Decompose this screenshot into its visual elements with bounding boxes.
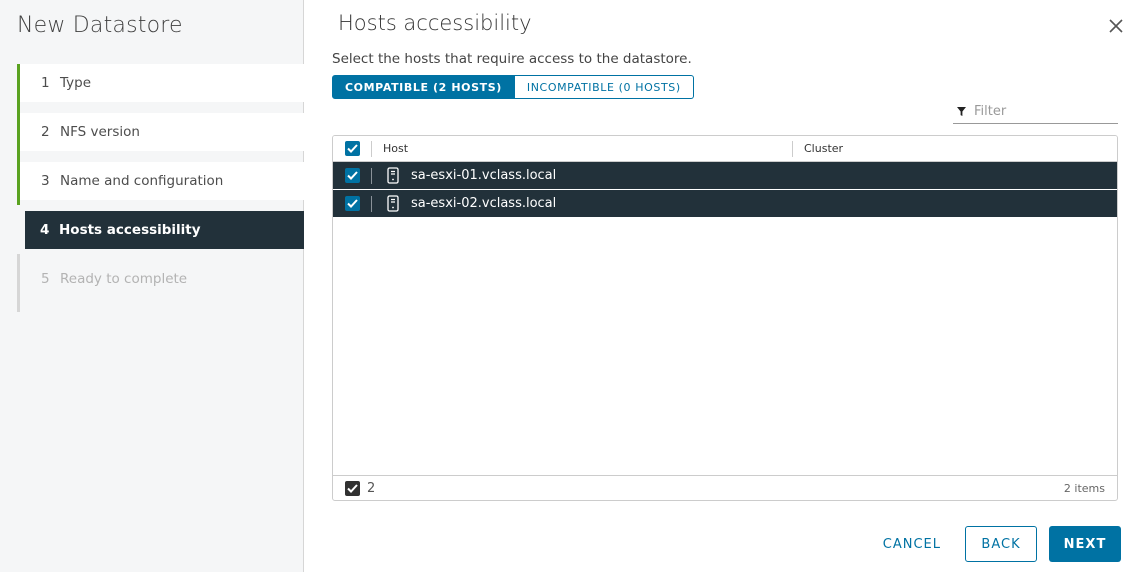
selected-count: 2 — [367, 480, 376, 496]
step-label: Name and configuration — [60, 173, 224, 189]
host-server-icon — [387, 195, 399, 212]
step-label: Hosts accessibility — [59, 222, 201, 238]
row-checkbox[interactable] — [344, 168, 360, 183]
wizard-content: Hosts accessibility Select the hosts tha… — [305, 0, 1135, 572]
hosts-grid: Host Cluster sa-esxi-01.vclass.local sa-… — [332, 135, 1118, 501]
filter-input[interactable] — [974, 104, 1104, 119]
step-nfs-version[interactable]: 2 NFS version — [17, 107, 304, 156]
next-button[interactable]: NEXT — [1049, 526, 1121, 562]
step-number: 1 — [41, 75, 50, 91]
filter-field — [953, 100, 1118, 124]
compatible-hosts-button[interactable]: COMPATIBLE (2 HOSTS) — [332, 75, 515, 99]
row-check-cell — [333, 190, 371, 217]
grid-footer: 2 2 items — [333, 475, 1117, 500]
selected-items-checkbox[interactable] — [345, 480, 360, 496]
table-row[interactable]: sa-esxi-02.vclass.local — [333, 190, 1117, 218]
wizard-sidebar: New Datastore 1 Type 2 NFS version 3 Nam… — [0, 0, 304, 572]
column-header-host[interactable]: Host — [372, 142, 792, 155]
cancel-button[interactable]: CANCEL — [871, 526, 953, 562]
wizard-steps: 1 Type 2 NFS version 3 Name and configur… — [17, 64, 304, 312]
back-button[interactable]: BACK — [965, 526, 1037, 562]
host-name: sa-esxi-02.vclass.local — [411, 196, 557, 211]
page-subtitle: Select the hosts that require access to … — [332, 51, 692, 67]
step-ready-to-complete: 5 Ready to complete — [17, 254, 304, 312]
checkmark-icon — [346, 171, 358, 180]
select-all-checkbox[interactable] — [344, 141, 360, 156]
host-cell: sa-esxi-01.vclass.local — [372, 167, 792, 184]
wizard-actions: CANCEL BACK NEXT — [871, 526, 1121, 562]
table-row[interactable]: sa-esxi-01.vclass.local — [333, 162, 1117, 190]
grid-header: Host Cluster — [333, 136, 1117, 162]
step-label: NFS version — [60, 124, 140, 140]
step-label: Ready to complete — [60, 271, 188, 287]
step-number: 3 — [41, 173, 50, 189]
host-server-icon — [387, 167, 399, 184]
checkmark-icon — [346, 199, 358, 208]
step-label: Type — [60, 75, 92, 91]
checkmark-icon — [347, 483, 358, 493]
item-count: 2 items — [1063, 481, 1105, 495]
step-type[interactable]: 1 Type — [17, 64, 304, 107]
select-all-cell — [333, 136, 371, 161]
filter-icon — [957, 107, 966, 116]
step-name-and-configuration[interactable]: 3 Name and configuration — [17, 156, 304, 205]
row-check-cell — [333, 162, 371, 189]
step-number: 5 — [41, 271, 50, 287]
incompatible-hosts-button[interactable]: INCOMPATIBLE (0 HOSTS) — [514, 75, 694, 99]
step-number: 2 — [41, 124, 50, 140]
step-number: 4 — [40, 222, 50, 238]
close-icon[interactable] — [1107, 17, 1125, 35]
wizard-title: New Datastore — [17, 13, 183, 38]
row-checkbox[interactable] — [344, 196, 360, 211]
step-hosts-accessibility[interactable]: 4 Hosts accessibility — [25, 211, 304, 249]
checkmark-icon — [346, 144, 358, 153]
host-cell: sa-esxi-02.vclass.local — [372, 195, 792, 212]
compatibility-toggle: COMPATIBLE (2 HOSTS) INCOMPATIBLE (0 HOS… — [332, 75, 694, 99]
selection-summary[interactable]: 2 — [333, 480, 376, 496]
page-title: Hosts accessibility — [338, 11, 532, 35]
host-name: sa-esxi-01.vclass.local — [411, 168, 557, 183]
column-header-cluster[interactable]: Cluster — [793, 142, 843, 155]
